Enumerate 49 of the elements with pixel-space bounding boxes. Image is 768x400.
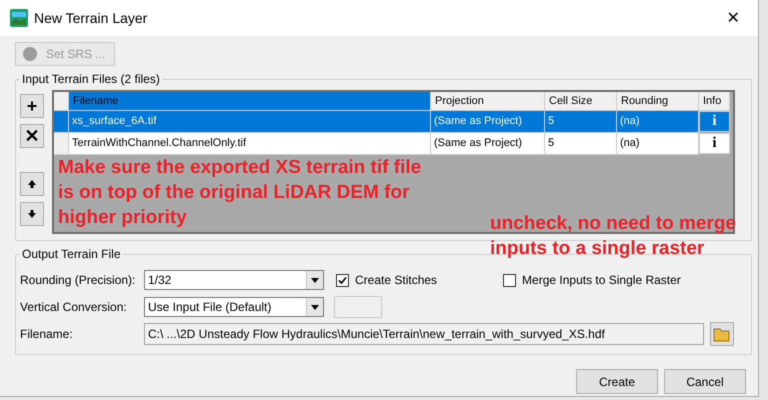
checkbox[interactable] <box>503 274 516 286</box>
table-cell: (na) <box>617 133 699 155</box>
column-header[interactable]: Projection <box>431 92 545 111</box>
row-header[interactable] <box>54 111 69 133</box>
field-label: Vertical Conversion: <box>20 300 128 314</box>
move-down-button[interactable] <box>20 202 44 226</box>
globe-icon <box>22 46 38 62</box>
text-field[interactable] <box>334 296 382 318</box>
table-cell: 5 <box>545 133 617 155</box>
cancel-button[interactable]: Cancel <box>664 369 746 394</box>
column-header[interactable]: Filename <box>69 92 431 111</box>
checkbox[interactable] <box>336 274 349 286</box>
close-button[interactable]: ✕ <box>718 3 748 33</box>
table-cell: 5 <box>545 111 617 133</box>
remove-button[interactable]: ✕ <box>20 124 44 148</box>
annotation-text: Make sure the exported XS terrain tif file is on top of the original LiDAR DEM for higher priority <box>58 156 422 230</box>
rounding-dropdown[interactable]: 1/32 <box>144 270 324 290</box>
app-icon <box>10 9 28 27</box>
column-header[interactable]: Info <box>699 92 730 111</box>
table-cell: (Same as Project) <box>431 133 545 155</box>
table-cell: (na) <box>617 111 699 133</box>
window-title: New Terrain Layer <box>34 10 148 26</box>
filename-field[interactable]: C:\ ...\2D Unsteady Flow Hydraulics\Muncie\Terrain\new_terrain_with_survyed_XS.hdf <box>144 323 704 345</box>
group-title: Output Terrain File <box>21 247 122 261</box>
browse-button[interactable] <box>710 322 734 346</box>
checkbox-label: Create Stitches <box>355 273 438 287</box>
caret-icon <box>311 278 319 282</box>
annotation-text: uncheck, no need to merge inputs to a single raster <box>490 212 737 261</box>
down-arrow-icon <box>27 209 37 219</box>
create-button[interactable]: Create <box>576 369 658 394</box>
up-arrow-icon <box>27 179 37 189</box>
move-up-button[interactable] <box>20 172 44 196</box>
corner-cell <box>54 92 69 111</box>
column-header[interactable]: Cell Size <box>545 92 617 111</box>
info-button[interactable]: i <box>699 111 730 132</box>
folder-icon <box>713 326 731 342</box>
table-cell: TerrainWithChannel.ChannelOnly.tif <box>69 133 431 155</box>
checkbox-label: Merge Inputs to Single Raster <box>522 273 681 287</box>
table-cell: (Same as Project) <box>431 111 545 133</box>
add-button[interactable]: + <box>20 94 44 118</box>
table-cell: xs_surface_6A.tif <box>69 111 431 133</box>
field-label: Filename: <box>20 327 74 341</box>
checkmark-icon <box>338 276 347 284</box>
group-title: Input Terrain Files (2 files) <box>21 72 161 86</box>
vertical-conversion-dropdown[interactable]: Use Input File (Default) <box>144 297 324 317</box>
info-button[interactable]: i <box>699 133 730 154</box>
column-header[interactable]: Rounding <box>617 92 699 111</box>
field-label: Rounding (Precision): <box>20 273 136 287</box>
caret-icon <box>311 304 319 310</box>
